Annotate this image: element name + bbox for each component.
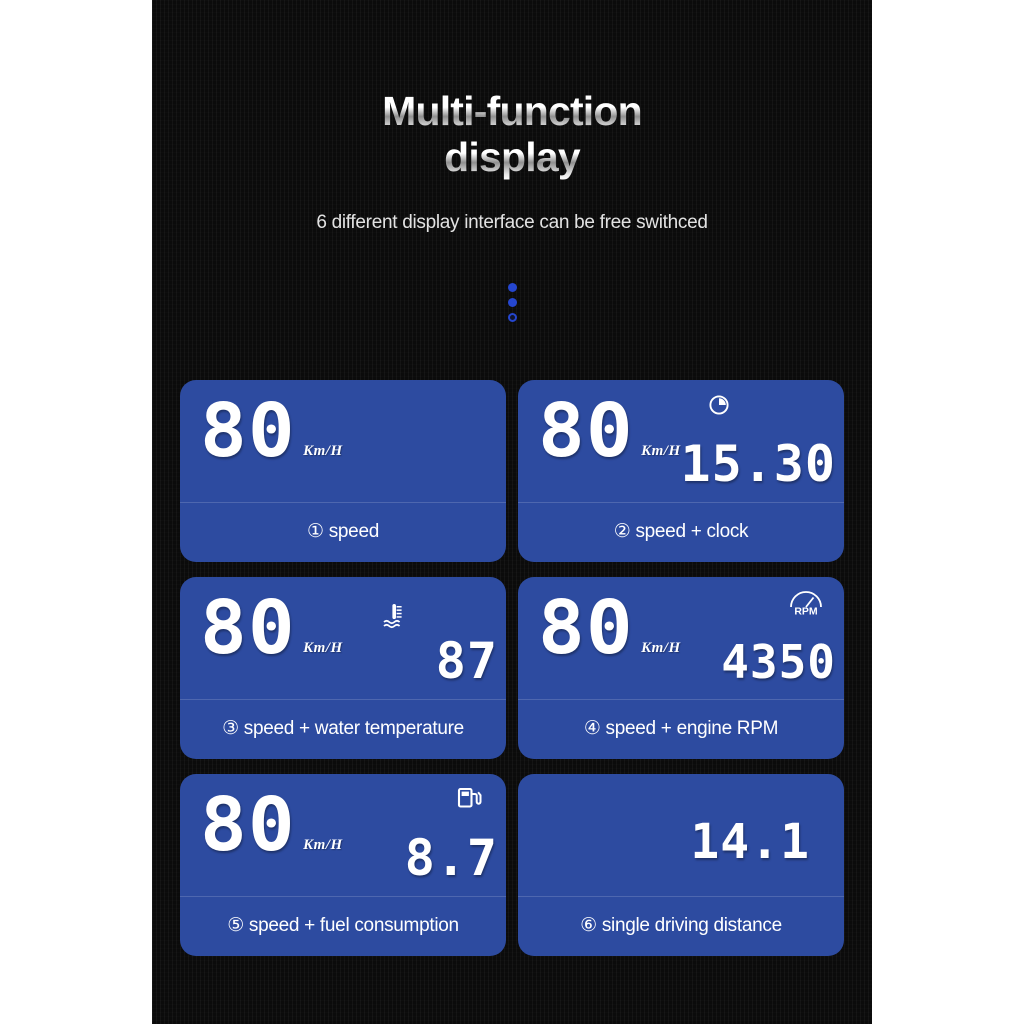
card-caption: ④ speed + engine RPM <box>583 718 779 739</box>
water-temperature-value: 87 <box>435 632 498 690</box>
speed-value: 80 <box>200 585 296 671</box>
clock-readout: 15.30 <box>680 435 836 493</box>
rpm-gauge-icon: RPM <box>786 590 826 616</box>
fuel-consumption-readout: 8.7 <box>404 829 498 887</box>
card-caption: ③ speed + water temperature <box>222 718 464 739</box>
rpm-icon-label: RPM <box>794 606 818 617</box>
display-card-speed-clock[interactable]: 80 Km/H 15.30 ② speed + clock <box>518 380 844 562</box>
speed-unit-label: Km/H <box>641 443 681 459</box>
lcd-screen: 80 Km/H <box>180 380 506 503</box>
display-card-single-driving-distance[interactable]: 14.1 ⑥ single driving distance <box>518 774 844 956</box>
display-card-speed[interactable]: 80 Km/H ① speed <box>180 380 506 562</box>
display-mode-grid: 80 Km/H ① speed 80 Km/H 15.30 ② speed + … <box>180 380 844 956</box>
rpm-readout: 4350 <box>721 639 836 685</box>
speed-readout: 80 Km/H <box>200 394 343 468</box>
display-card-speed-fuel-consumption[interactable]: 80 Km/H 8.7 ⑤ speed + fuel consumption <box>180 774 506 956</box>
lcd-screen: 80 Km/H 8.7 <box>180 774 506 897</box>
water-temperature-icon <box>382 603 406 629</box>
display-card-speed-water-temperature[interactable]: 80 Km/H 87 ③ speed + water temperature <box>180 577 506 759</box>
headline-block: Multi-function display <box>152 88 872 180</box>
card-caption: ⑥ single driving distance <box>580 915 782 936</box>
page-subtitle: 6 different display interface can be fre… <box>316 212 708 233</box>
speed-value: 80 <box>538 585 634 671</box>
lcd-screen: 14.1 <box>518 774 844 897</box>
fuel-pump-icon <box>456 786 482 812</box>
page-title-line-1: Multi-function <box>152 88 872 134</box>
speed-unit-label: Km/H <box>303 640 343 656</box>
carousel-dot-2[interactable] <box>507 298 517 307</box>
carousel-dots <box>152 283 872 322</box>
lcd-screen: 80 Km/H 15.30 <box>518 380 844 503</box>
speed-readout: 80 Km/H <box>538 591 681 665</box>
clock-value: 15.30 <box>680 435 836 493</box>
speed-unit-label: Km/H <box>641 640 681 656</box>
speed-readout: 80 Km/H <box>200 788 343 862</box>
clock-icon <box>708 394 730 416</box>
speed-unit-label: Km/H <box>303 837 343 853</box>
water-temperature-readout: 87 <box>435 632 498 690</box>
carousel-dot-3[interactable] <box>507 313 517 322</box>
dark-panel: Multi-function display 6 different displ… <box>152 0 872 1024</box>
lcd-screen: 80 Km/H <box>180 577 506 700</box>
distance-value: 14.1 <box>690 814 810 870</box>
speed-readout: 80 Km/H <box>538 394 681 468</box>
display-card-speed-engine-rpm[interactable]: 80 Km/H RPM 4350 ④ speed + engine RPM <box>518 577 844 759</box>
speed-value: 80 <box>200 782 296 868</box>
carousel-dot-1[interactable] <box>507 283 517 292</box>
page-title-line-2: display <box>152 134 872 180</box>
card-caption: ② speed + clock <box>613 521 749 542</box>
card-caption: ⑤ speed + fuel consumption <box>227 915 459 936</box>
speed-unit-label: Km/H <box>303 443 343 459</box>
rpm-value: 4350 <box>721 635 836 689</box>
speed-value: 80 <box>538 388 634 474</box>
speed-value: 80 <box>200 388 296 474</box>
fuel-consumption-value: 8.7 <box>404 829 498 887</box>
speed-readout: 80 Km/H <box>200 591 343 665</box>
card-caption: ① speed <box>307 521 379 542</box>
product-infographic: Multi-function display 6 different displ… <box>0 0 1024 1024</box>
lcd-screen: 80 Km/H RPM 4350 <box>518 577 844 700</box>
